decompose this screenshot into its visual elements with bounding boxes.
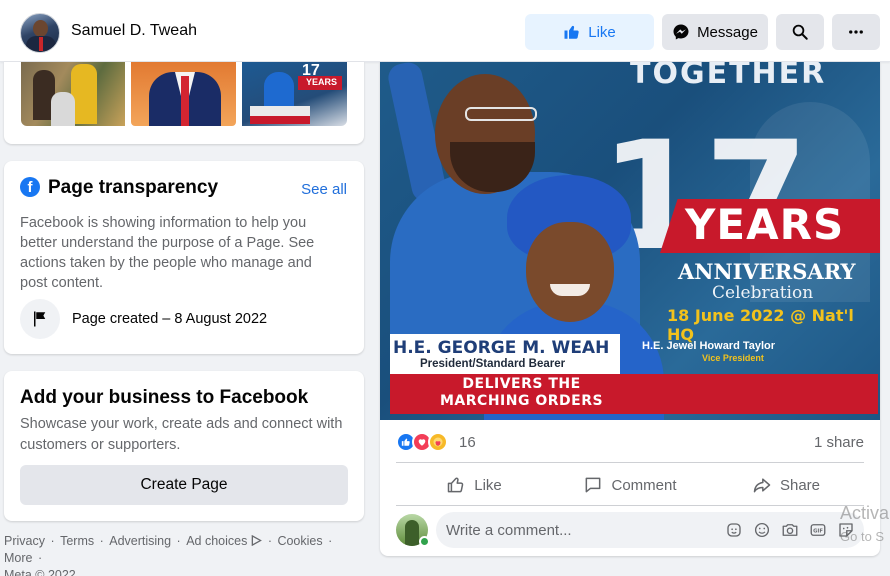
page-created-row: Page created – 8 August 2022 xyxy=(20,299,267,339)
thumb-person xyxy=(51,92,75,126)
banner-anniversary-text: ANNIVERSARY xyxy=(678,259,856,284)
message-label: Message xyxy=(697,23,758,41)
photo-thumbnail-group[interactable] xyxy=(21,62,125,126)
comment-tools: GIF xyxy=(716,520,856,540)
create-page-button[interactable]: Create Page xyxy=(20,465,348,505)
banner-vp-title: Vice President xyxy=(702,353,764,363)
vice-president-face xyxy=(526,222,614,322)
banner-delivers-line1: DELIVERS THE xyxy=(462,376,581,392)
post-actions: Like Comment Share xyxy=(396,465,864,505)
gif-icon[interactable]: GIF xyxy=(808,520,828,540)
like-action-button[interactable]: Like xyxy=(396,465,552,505)
like-action-label: Like xyxy=(474,476,502,494)
thumbs-up-outline-icon xyxy=(447,477,464,493)
comment-input[interactable] xyxy=(446,512,716,548)
care-reaction-icon xyxy=(428,432,448,452)
avatar-tie xyxy=(39,37,43,51)
thumb-years: YEARS xyxy=(306,77,338,87)
footer-copyright: Meta © 2022 xyxy=(4,568,76,576)
footer-links: Privacy · Terms · Advertising · Ad choic… xyxy=(4,533,364,576)
like-page-button[interactable]: Like xyxy=(525,14,654,50)
banner-date-venue: 18 June 2022 @ Nat'l HQ xyxy=(667,306,854,344)
more-dots-icon xyxy=(849,30,863,34)
president-glasses xyxy=(465,107,537,121)
page-created-label: Page created – 8 August 2022 xyxy=(72,311,268,327)
footer-link-advertising[interactable]: Advertising xyxy=(109,534,171,548)
flag-icon xyxy=(20,299,60,339)
share-count[interactable]: 1 share xyxy=(814,434,864,451)
page-name[interactable]: Samuel D. Tweah xyxy=(71,22,197,40)
facebook-icon: f xyxy=(20,177,40,197)
thumb-red-strip xyxy=(250,116,310,124)
comment-box[interactable]: GIF xyxy=(436,512,864,548)
thumbs-up-icon xyxy=(564,25,579,39)
footer-link-ad-choices[interactable]: Ad choices xyxy=(186,534,247,548)
online-status-dot xyxy=(419,536,430,547)
comment-composer: GIF xyxy=(396,512,864,548)
photos-card: 17 YEARS xyxy=(4,62,364,144)
search-button[interactable] xyxy=(776,14,824,50)
message-button[interactable]: Message xyxy=(662,14,768,50)
svg-text:GIF: GIF xyxy=(813,529,823,535)
post-card: TOGETHER 17 YEARS ANNIVERSARY Celebratio… xyxy=(380,62,880,556)
messenger-icon xyxy=(673,24,689,40)
footer-link-privacy[interactable]: Privacy xyxy=(4,534,45,548)
footer-link-more[interactable]: More xyxy=(4,551,32,565)
comment-action-button[interactable]: Comment xyxy=(552,465,708,505)
banner-delivers-text: DELIVERS THE MARCHING ORDERS xyxy=(440,376,603,410)
more-options-button[interactable] xyxy=(832,14,880,50)
avatar-face xyxy=(33,20,48,37)
activation-watermark-sub: Go to S xyxy=(840,529,885,544)
avatar-sticker-icon[interactable] xyxy=(724,520,744,540)
transparency-description: Facebook is showing information to help … xyxy=(20,215,315,291)
banner-delivers-line2: MARCHING ORDERS xyxy=(440,393,604,409)
business-description: Showcase your work, create ads and conne… xyxy=(20,416,343,453)
activation-watermark: Activa xyxy=(840,503,890,523)
emoji-icon[interactable] xyxy=(752,520,772,540)
reaction-count[interactable]: 16 xyxy=(459,434,476,451)
post-image[interactable]: TOGETHER 17 YEARS ANNIVERSARY Celebratio… xyxy=(380,62,880,420)
thumb-name-strip xyxy=(250,106,310,116)
thumb-tie xyxy=(181,76,189,126)
user-avatar-figure xyxy=(405,520,419,546)
transparency-title: Page transparency xyxy=(48,177,219,198)
banner-celebration-text: Celebration xyxy=(712,283,814,303)
divider xyxy=(396,462,864,463)
business-title: Add your business to Facebook xyxy=(20,387,309,408)
comment-action-label: Comment xyxy=(611,476,677,494)
share-icon xyxy=(753,478,771,493)
ad-choices-icon xyxy=(252,534,263,547)
reactions-summary: 16 1 share xyxy=(380,420,880,464)
share-action-button[interactable]: Share xyxy=(708,465,864,505)
page-header: Samuel D. Tweah Like Message xyxy=(0,0,890,62)
banner-president-name: H.E. GEORGE M. WEAH xyxy=(393,338,610,358)
banner-together-text: TOGETHER xyxy=(630,62,827,91)
banner-president-title: President/Standard Bearer xyxy=(420,358,566,370)
thumb-figure xyxy=(264,72,294,110)
footer-link-cookies[interactable]: Cookies xyxy=(277,534,322,548)
share-action-label: Share xyxy=(779,476,821,494)
comment-icon xyxy=(586,477,601,493)
camera-icon[interactable] xyxy=(780,520,800,540)
search-icon xyxy=(792,24,808,40)
divider xyxy=(396,505,864,506)
page-avatar[interactable] xyxy=(20,13,60,53)
see-all-link[interactable]: See all xyxy=(301,181,347,198)
add-business-card: Add your business to Facebook Showcase y… xyxy=(4,371,364,521)
reaction-icons[interactable] xyxy=(396,432,448,452)
photo-thumbnail-portrait[interactable] xyxy=(131,62,236,126)
banner-vp-name: H.E. Jewel Howard Taylor xyxy=(642,340,776,352)
like-page-label: Like xyxy=(588,23,616,41)
banner-years-text: YEARS xyxy=(685,200,845,249)
page-transparency-card: f Page transparency See all Facebook is … xyxy=(4,161,364,354)
vice-president-smile xyxy=(550,284,590,296)
footer-link-terms[interactable]: Terms xyxy=(60,534,94,548)
photo-thumbnail-anniversary[interactable]: 17 YEARS xyxy=(242,62,347,126)
